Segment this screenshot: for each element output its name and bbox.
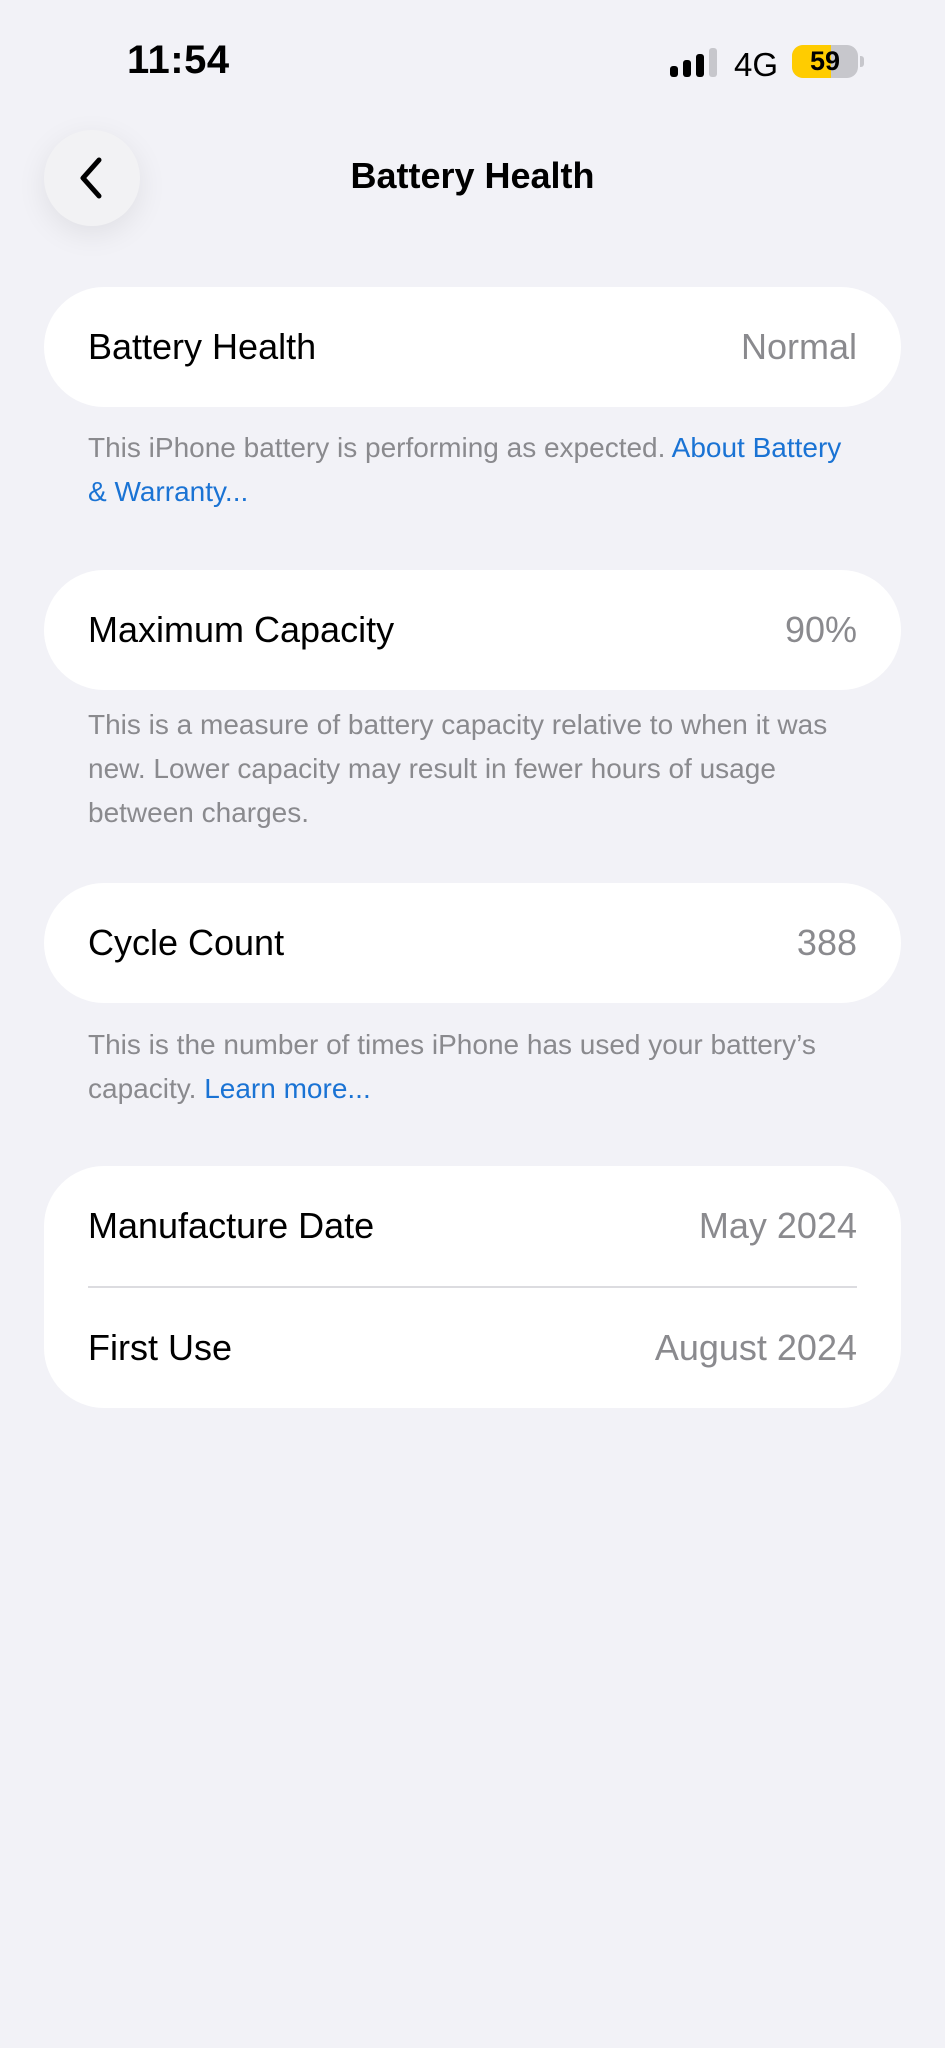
manufacture-date-value: May 2024: [698, 1205, 857, 1246]
network-type: 4G: [734, 46, 779, 83]
cycle-count-footnote: This is the number of times iPhone has u…: [88, 1023, 848, 1111]
first-use-label: First Use: [88, 1327, 232, 1368]
battery-health-footnote-text: This iPhone battery is performing as exp…: [88, 432, 672, 463]
learn-more-link[interactable]: Learn more...: [204, 1073, 371, 1104]
battery-cap: [860, 56, 864, 67]
page-title: Battery Health: [350, 155, 595, 196]
status-time: 11:54: [127, 38, 230, 82]
battery-health-card: Battery Health Normal: [44, 287, 901, 407]
first-use-row: First Use August 2024: [44, 1288, 901, 1408]
battery-health-label: Battery Health: [88, 326, 317, 367]
battery-dates-card: Manufacture Date May 2024 First Use Augu…: [44, 1166, 901, 1408]
cycle-count-label: Cycle Count: [88, 922, 285, 963]
maximum-capacity-value: 90%: [784, 609, 857, 650]
battery-health-row: Battery Health Normal: [44, 287, 901, 407]
cycle-count-row: Cycle Count 388: [44, 883, 901, 1003]
cycle-count-value: 388: [796, 922, 857, 963]
cellular-signal-icon: [670, 48, 718, 80]
maximum-capacity-label: Maximum Capacity: [88, 609, 395, 650]
cycle-count-footnote-text: This is the number of times iPhone has u…: [88, 1029, 816, 1104]
cycle-count-card: Cycle Count 388: [44, 883, 901, 1003]
battery-level: 59: [809, 46, 841, 76]
maximum-capacity-card: Maximum Capacity 90%: [44, 570, 901, 690]
battery-health-value: Normal: [740, 326, 857, 367]
battery-icon: 59: [792, 45, 858, 78]
status-bar: 11:54 4G 59: [0, 0, 945, 120]
maximum-capacity-footnote: This is a measure of battery capacity re…: [88, 703, 848, 835]
first-use-value: August 2024: [654, 1327, 857, 1368]
manufacture-date-row: Manufacture Date May 2024: [44, 1166, 901, 1286]
manufacture-date-label: Manufacture Date: [88, 1205, 375, 1246]
battery-health-footnote: This iPhone battery is performing as exp…: [88, 426, 848, 514]
maximum-capacity-row: Maximum Capacity 90%: [44, 570, 901, 690]
maximum-capacity-footnote-text: This is a measure of battery capacity re…: [88, 709, 828, 828]
